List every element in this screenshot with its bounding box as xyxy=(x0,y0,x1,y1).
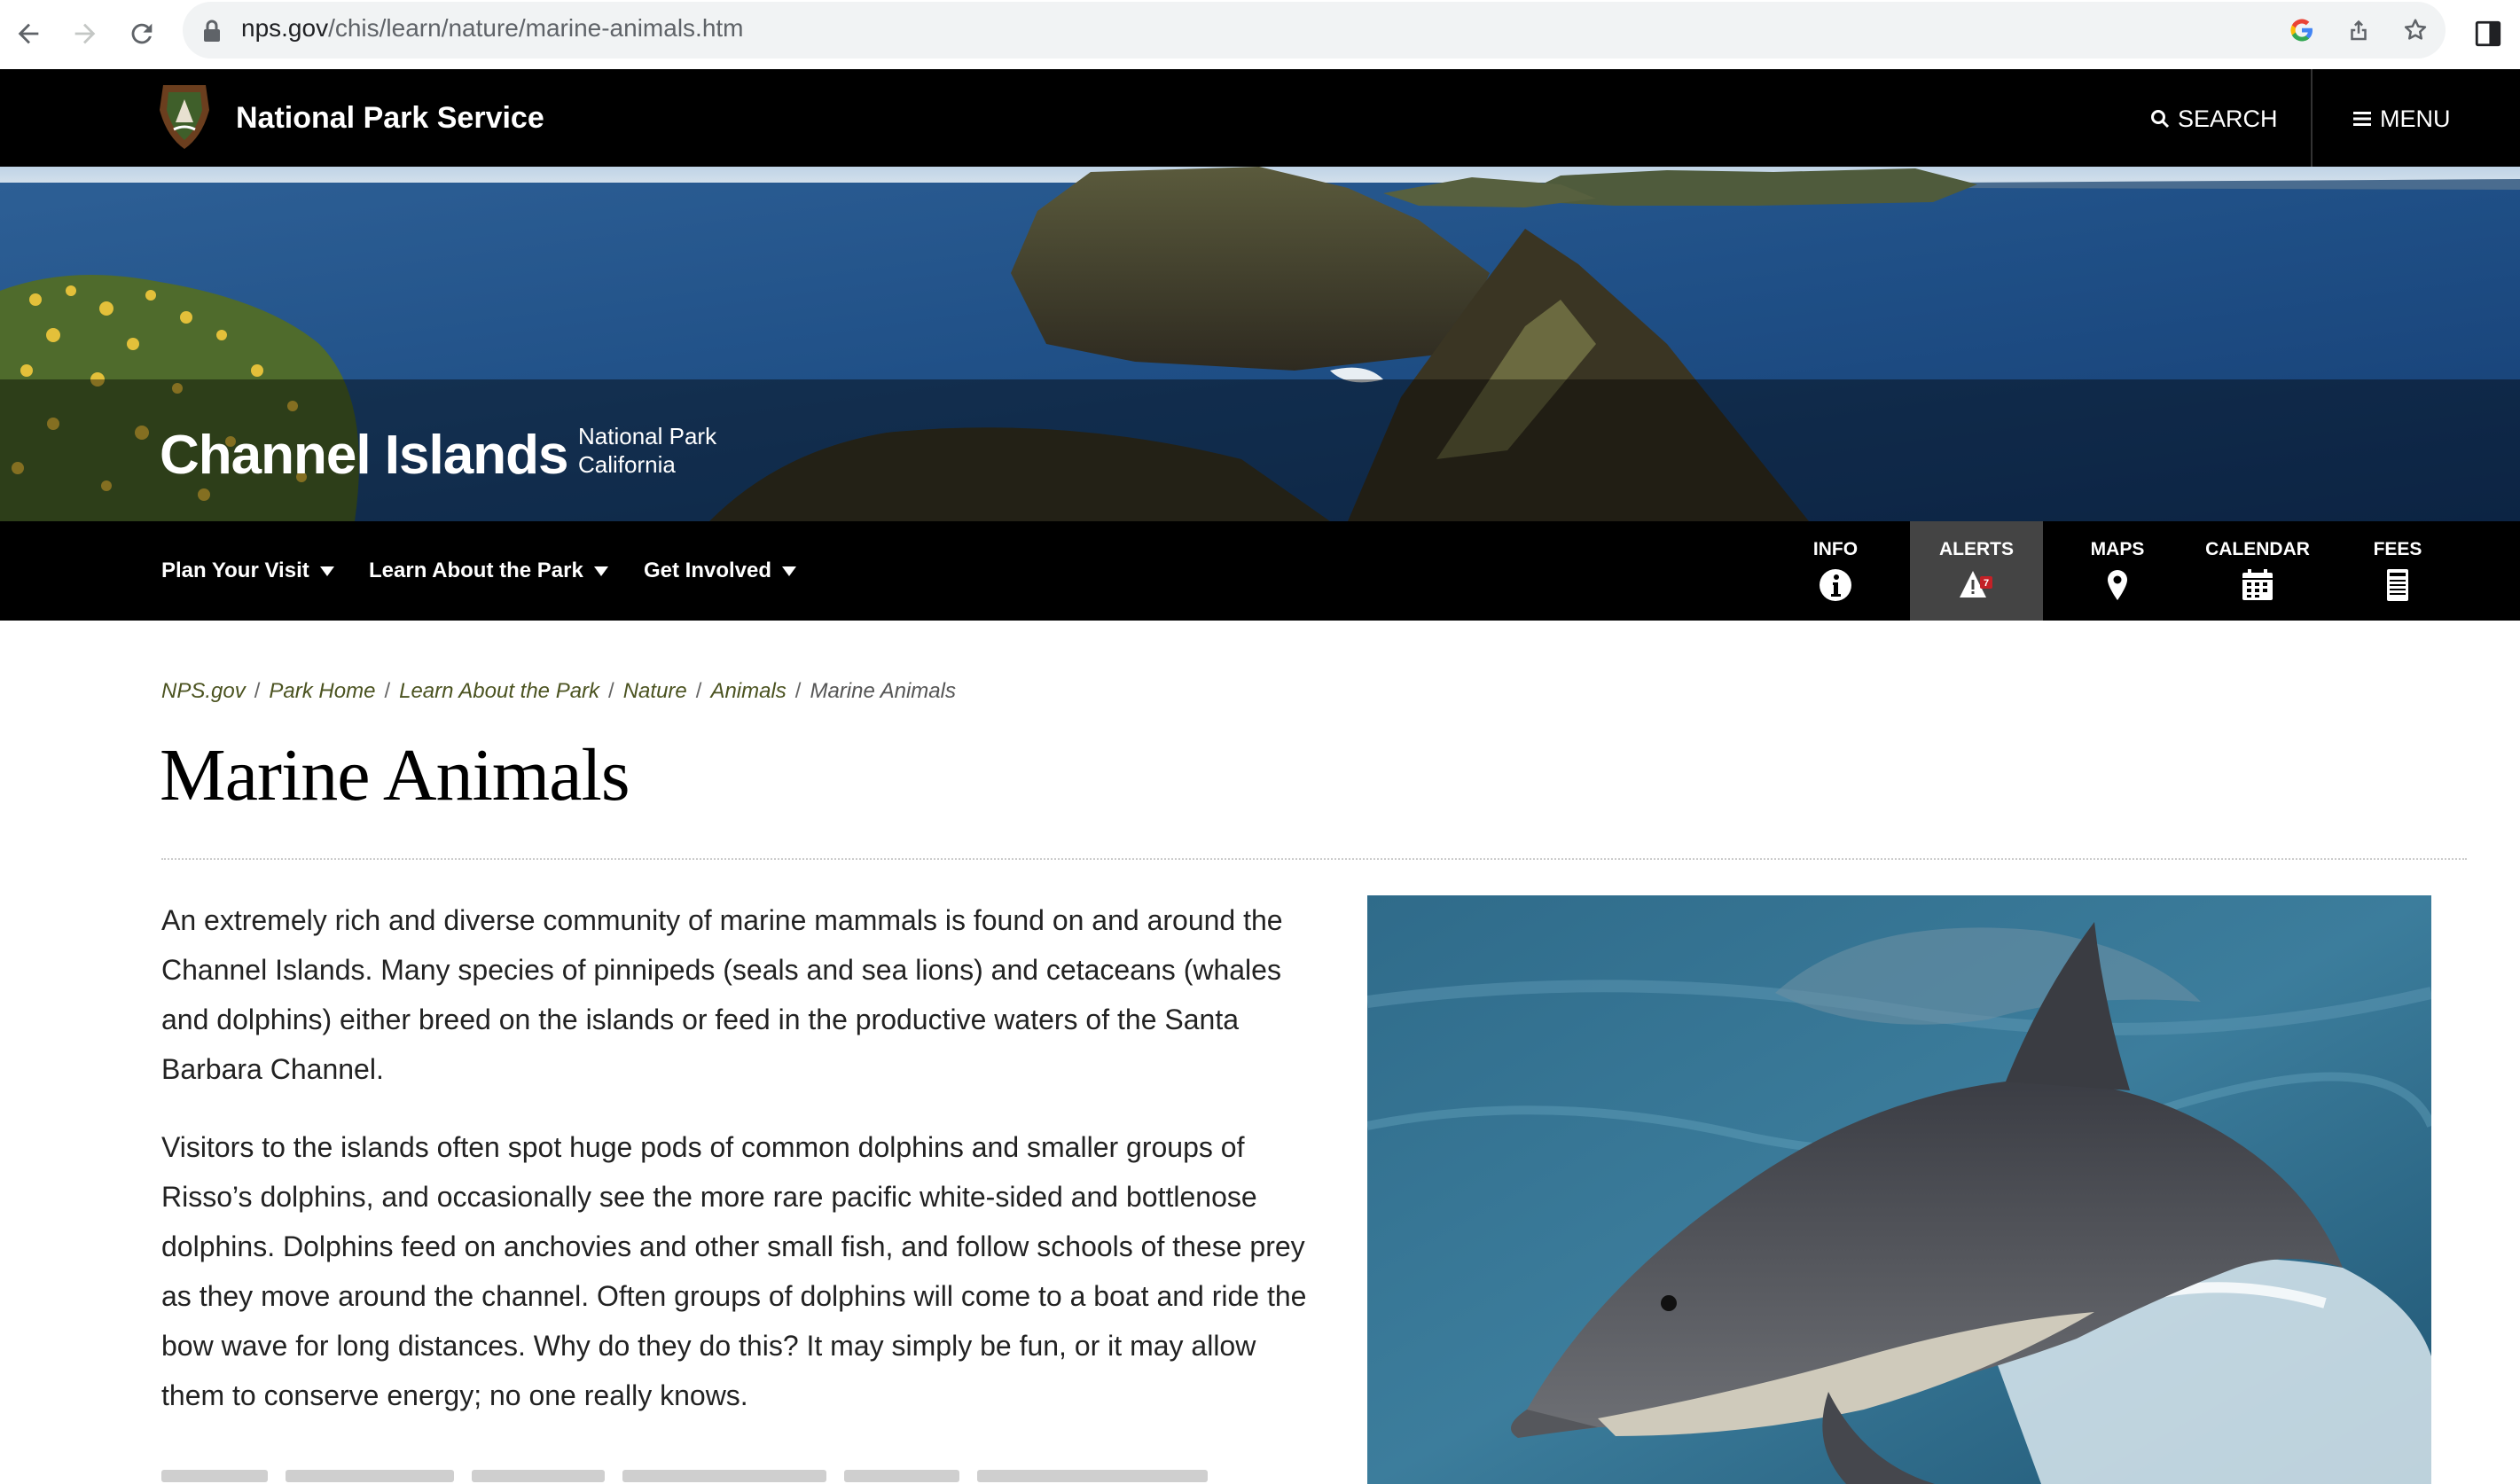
hamburger-icon xyxy=(2353,112,2371,126)
lock-icon xyxy=(204,20,220,42)
address-bar[interactable]: nps.gov/chis/learn/nature/marine-animals… xyxy=(183,2,2446,59)
dolphin-photo[interactable] xyxy=(1367,895,2431,1484)
nav-get-involved[interactable]: Get Involved xyxy=(644,558,797,583)
quick-link-label: ALERTS xyxy=(1939,539,2014,559)
faded-text-fragment xyxy=(161,1470,1208,1482)
breadcrumb-park-home[interactable]: Park Home xyxy=(269,679,375,703)
park-navigation: Plan Your Visit Learn About the Park Get… xyxy=(0,521,2520,621)
menu-button[interactable]: MENU xyxy=(2352,99,2451,138)
quick-link-label: CALENDAR xyxy=(2205,539,2310,559)
forward-arrow-icon xyxy=(74,23,96,44)
dolphins-paragraph: Visitors to the islands often spot huge … xyxy=(161,1131,1307,1411)
park-type: National Park xyxy=(578,423,717,449)
forward-button[interactable] xyxy=(62,11,108,57)
nav-plan-your-visit[interactable]: Plan Your Visit xyxy=(161,558,334,583)
breadcrumb-separator: / xyxy=(695,679,702,703)
menu-label: MENU xyxy=(2380,105,2451,132)
info-icon xyxy=(1820,569,1851,601)
nav-learn-about-the-park[interactable]: Learn About the Park xyxy=(369,558,608,583)
intro-paragraph: An extremely rich and diverse community … xyxy=(161,904,1283,1085)
quick-link-info[interactable]: INFO xyxy=(1800,521,1871,621)
header-divider xyxy=(2311,69,2313,167)
google-icon[interactable] xyxy=(2286,14,2318,46)
breadcrumb: NPS.gov / Park Home / Learn About the Park / N… xyxy=(161,679,956,704)
site-name[interactable]: National Park Service xyxy=(236,101,544,136)
common-dolphin-image xyxy=(1367,895,2431,1484)
breadcrumb-separator: / xyxy=(794,679,802,703)
back-button[interactable] xyxy=(5,11,51,57)
quick-link-label: FEES xyxy=(2373,539,2422,559)
caret-down-icon xyxy=(319,566,334,576)
alert-icon: 7 xyxy=(1960,571,1992,598)
breadcrumb-current: Marine Animals xyxy=(810,679,956,703)
nps-arrowhead-logo[interactable] xyxy=(158,83,211,151)
breadcrumb-separator: / xyxy=(384,679,391,703)
nav-item-label: Get Involved xyxy=(644,558,772,582)
nps-site-header: National Park Service SEARCH MENU xyxy=(0,69,2520,167)
cut-off-paragraph xyxy=(161,1450,1314,1484)
title-divider xyxy=(161,858,2467,860)
hero-banner: Channel Islands National Park California xyxy=(0,167,2520,521)
park-name[interactable]: Channel Islands xyxy=(160,424,568,487)
quick-link-calendar[interactable]: CALENDAR xyxy=(2204,521,2311,621)
alert-count: 7 xyxy=(1984,578,1989,589)
reload-icon xyxy=(131,23,153,44)
url-text: nps.gov/chis/learn/nature/marine-animals… xyxy=(241,14,744,43)
caret-down-icon xyxy=(782,566,797,576)
fees-icon xyxy=(2387,569,2408,601)
nav-item-label: Plan Your Visit xyxy=(161,558,309,582)
quick-link-label: MAPS xyxy=(2090,539,2145,559)
quick-link-alerts[interactable]: ALERTS 7 xyxy=(1910,521,2043,621)
park-state: California xyxy=(578,451,676,478)
share-icon[interactable] xyxy=(2343,14,2375,46)
quick-link-maps[interactable]: MAPS xyxy=(2082,521,2153,621)
caret-down-icon xyxy=(593,566,608,576)
back-arrow-icon xyxy=(18,23,39,44)
bookmark-star-icon[interactable] xyxy=(2399,14,2431,46)
page-title: Marine Animals xyxy=(160,734,630,816)
reload-button[interactable] xyxy=(119,11,165,57)
browser-toolbar: nps.gov/chis/learn/nature/marine-animals… xyxy=(0,0,2520,67)
breadcrumb-nps-gov[interactable]: NPS.gov xyxy=(161,679,246,703)
url-host: nps.gov xyxy=(241,14,329,42)
map-pin-icon xyxy=(2108,570,2127,600)
breadcrumb-separator: / xyxy=(608,679,614,703)
breadcrumb-animals[interactable]: Animals xyxy=(710,679,786,703)
breadcrumb-nature[interactable]: Nature xyxy=(623,679,687,703)
quick-link-label: INFO xyxy=(1812,539,1859,559)
breadcrumb-learn-about-the-park[interactable]: Learn About the Park xyxy=(399,679,599,703)
search-button[interactable]: SEARCH xyxy=(2149,99,2308,138)
nav-item-label: Learn About the Park xyxy=(369,558,583,582)
quick-link-fees[interactable]: FEES xyxy=(2362,521,2433,621)
side-panel-icon xyxy=(2475,20,2501,47)
calendar-icon xyxy=(2242,569,2273,600)
search-icon xyxy=(2151,110,2170,129)
search-label: SEARCH xyxy=(2178,105,2278,132)
park-designation: National Park California xyxy=(578,422,716,479)
breadcrumb-separator: / xyxy=(254,679,261,703)
side-panel-button[interactable] xyxy=(2465,11,2511,57)
url-path: /chis/learn/nature/marine-animals.htm xyxy=(328,14,744,42)
